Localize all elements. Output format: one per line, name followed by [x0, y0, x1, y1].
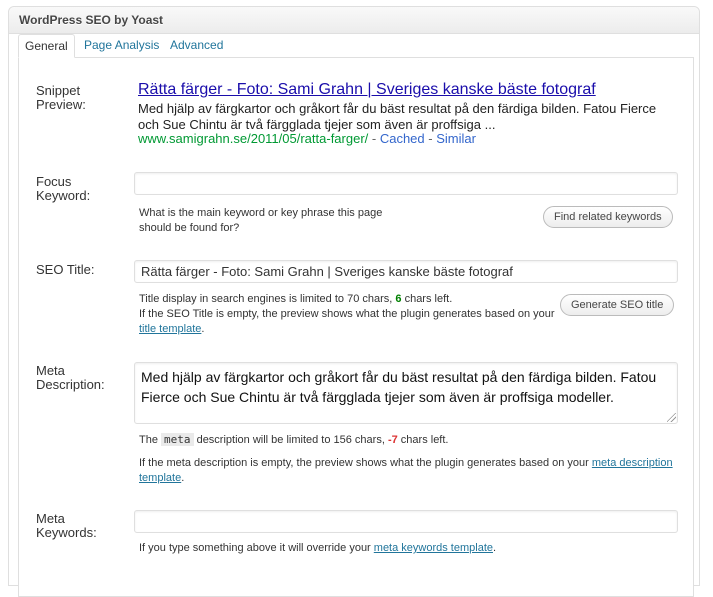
snippet-url: www.samigrahn.se/2011/05/ratta-farger/ — [138, 131, 369, 146]
seo-title-hint-text: Title display in search engines is limit… — [139, 293, 396, 305]
meta-description-hint-text: description will be limited to 156 chars… — [193, 434, 388, 446]
resize-grip-icon[interactable] — [667, 413, 676, 422]
meta-keywords-hint-text: If you type something above it will over… — [139, 542, 374, 554]
generate-seo-title-button[interactable]: Generate SEO title — [560, 294, 675, 316]
title-template-link[interactable]: title template — [139, 323, 201, 335]
focus-keyword-input[interactable] — [134, 172, 678, 195]
metabox-header[interactable]: WordPress SEO by Yoast — [9, 7, 699, 34]
snippet-preview-label: Snippet Preview: — [36, 83, 86, 112]
snippet-separator: - — [424, 131, 437, 146]
snippet-cached-link: Cached — [379, 131, 425, 146]
meta-keywords-hint: If you type something above it will over… — [139, 541, 679, 556]
seo-title-input[interactable] — [134, 260, 678, 283]
seo-title-hint-text: chars left. — [401, 293, 453, 305]
snippet-title: Rätta färger - Foto: Sami Grahn | Sverig… — [138, 81, 596, 98]
meta-description-hint: The meta description will be limited to … — [139, 432, 679, 448]
meta-keywords-hint-text: . — [493, 542, 497, 554]
snippet-url-line: www.samigrahn.se/2011/05/ratta-farger/ -… — [138, 132, 476, 146]
seo-title-label: SEO Title: — [36, 262, 95, 277]
seo-title-hint-text: . — [201, 323, 205, 335]
seo-title-hint: Title display in search engines is limit… — [139, 292, 569, 337]
meta-description-hint-2: If the meta description is empty, the pr… — [139, 456, 679, 486]
snippet-similar-link: Similar — [436, 131, 476, 146]
meta-keywords-label: Meta Keywords: — [36, 511, 97, 540]
find-related-keywords-button[interactable]: Find related keywords — [543, 206, 673, 228]
snippet-description: Med hjälp av färgkartor och gråkort får … — [138, 101, 657, 132]
meta-description-hint-text: The — [139, 434, 162, 446]
metabox-title: WordPress SEO by Yoast — [19, 13, 164, 27]
snippet-separator: - — [368, 131, 380, 146]
meta-description-textarea[interactable]: Med hjälp av färgkartor och gråkort får … — [134, 362, 678, 424]
meta-code: meta — [161, 433, 194, 446]
meta-description-chars-left: -7 — [387, 434, 398, 446]
meta-description-hint-text: . — [181, 472, 185, 484]
tab-page-analysis[interactable]: Page Analysis — [78, 34, 165, 58]
focus-keyword-hint: What is the main keyword or key phrase t… — [139, 207, 383, 234]
meta-description-hint-text: chars left. — [397, 434, 449, 446]
meta-description-label: Meta Description: — [36, 363, 105, 392]
meta-keywords-template-link[interactable]: meta keywords template — [374, 542, 493, 554]
focus-keyword-label: Focus Keyword: — [36, 174, 91, 203]
seo-title-hint-text: If the SEO Title is empty, the preview s… — [139, 308, 555, 320]
meta-description-hint-text: If the meta description is empty, the pr… — [139, 457, 592, 469]
meta-keywords-input[interactable] — [134, 510, 678, 533]
tab-advanced[interactable]: Advanced — [164, 34, 229, 58]
tab-general[interactable]: General — [18, 34, 75, 58]
